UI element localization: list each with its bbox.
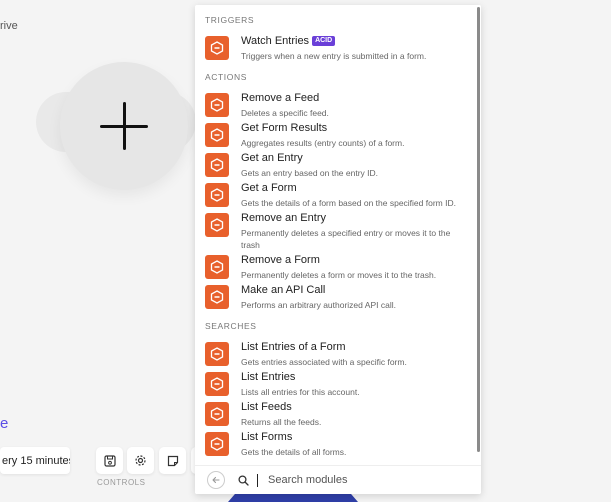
- module-item[interactable]: List Forms Gets the details of all forms.: [195, 428, 476, 458]
- app-logo-icon: [205, 123, 229, 147]
- app-logo-icon: [205, 342, 229, 366]
- module-title: List Entries: [241, 371, 296, 383]
- save-icon: [103, 454, 116, 467]
- note-icon: [167, 455, 178, 466]
- module-description: Triggers when a new entry is submitted i…: [241, 51, 427, 61]
- module-item[interactable]: Remove a Form Permanently deletes a form …: [195, 251, 476, 281]
- section-header-searches: SEARCHES: [205, 321, 257, 331]
- section-header-actions: ACTIONS: [205, 72, 247, 82]
- canvas-partial-label: rive: [0, 20, 18, 32]
- module-description: Performs an arbitrary authorized API cal…: [241, 300, 396, 310]
- notes-button[interactable]: [159, 447, 186, 474]
- app-logo-icon: [205, 93, 229, 117]
- module-item[interactable]: Remove an Entry Permanently deletes a spe…: [195, 209, 476, 251]
- schedule-text: ery 15 minutes.: [2, 454, 70, 467]
- search-icon: [238, 474, 249, 486]
- module-description: Gets an entry based on the entry ID.: [241, 168, 379, 178]
- app-logo-icon: [205, 36, 229, 60]
- text-cursor: [257, 473, 258, 487]
- gear-icon: [135, 455, 146, 466]
- module-description: Gets the details of all forms.: [241, 447, 347, 457]
- module-description: Gets entries associated with a specific …: [241, 357, 407, 367]
- module-title: List Forms: [241, 431, 293, 443]
- module-item[interactable]: Watch Entries ACID Triggers when a new ent…: [195, 32, 476, 62]
- module-title: Get a Form: [241, 182, 297, 194]
- module-list[interactable]: TRIGGERS Watch Entries ACID Triggers when a…: [195, 5, 476, 465]
- search-bar: [195, 465, 481, 494]
- canvas-partial-link[interactable]: e: [0, 415, 8, 432]
- module-description: Permanently deletes a form or moves it t…: [241, 270, 437, 280]
- module-title: List Entries of a Form: [241, 341, 346, 353]
- controls-label: CONTROLS: [97, 478, 146, 487]
- app-logo-icon: [205, 213, 229, 237]
- module-title: Remove a Feed: [241, 92, 320, 104]
- module-item[interactable]: Get an Entry Gets an entry based on the e…: [195, 149, 476, 179]
- scrollbar-thumb[interactable]: [477, 7, 480, 452]
- module-description: Permanently deletes a specified entry or…: [241, 228, 451, 250]
- module-description: Aggregates results (entry counts) of a f…: [241, 138, 405, 148]
- module-title: Remove a Form: [241, 254, 320, 266]
- module-description: Deletes a specific feed.: [241, 108, 329, 118]
- arrow-left-icon: [212, 476, 220, 484]
- back-button[interactable]: [207, 471, 225, 489]
- app-logo-icon: [205, 372, 229, 396]
- module-item[interactable]: Get a Form Gets the details of a form bas…: [195, 179, 476, 209]
- acid-badge: ACID: [312, 36, 336, 47]
- save-button[interactable]: [96, 447, 123, 474]
- app-logo-icon: [205, 255, 229, 279]
- module-item[interactable]: List Entries Lists all entries for this a…: [195, 368, 476, 398]
- module-title: Get Form Results: [241, 122, 328, 134]
- module-title: Watch Entries: [241, 35, 310, 47]
- app-logo-icon: [205, 153, 229, 177]
- module-description: Gets the details of a form based on the …: [241, 198, 456, 208]
- module-item[interactable]: Remove a Feed Deletes a specific feed.: [195, 89, 476, 119]
- app-logo-icon: [205, 432, 229, 456]
- module-item[interactable]: List Feeds Returns all the feeds.: [195, 398, 476, 428]
- section-header-triggers: TRIGGERS: [205, 15, 255, 25]
- module-title: List Feeds: [241, 401, 292, 413]
- module-title: Make an API Call: [241, 284, 326, 296]
- scrollbar[interactable]: [476, 5, 481, 465]
- module-description: Lists all entries for this account.: [241, 387, 360, 397]
- schedule-summary[interactable]: ery 15 minutes.: [0, 447, 70, 474]
- module-item[interactable]: Get Form Results Aggregates results (entr…: [195, 119, 476, 149]
- module-description: Returns all the feeds.: [241, 417, 322, 427]
- app-logo-icon: [205, 183, 229, 207]
- app-logo-icon: [205, 285, 229, 309]
- app-logo-icon: [205, 402, 229, 426]
- add-module-button[interactable]: [60, 62, 188, 190]
- search-input[interactable]: [268, 474, 448, 486]
- module-title: Remove an Entry: [241, 212, 326, 224]
- module-item[interactable]: List Entries of a Form Gets entries assoc…: [195, 338, 476, 368]
- settings-button[interactable]: [127, 447, 154, 474]
- module-item[interactable]: Make an API Call Performs an arbitrary au…: [195, 281, 476, 311]
- module-picker-panel: TRIGGERS Watch Entries ACID Triggers when a…: [195, 5, 481, 494]
- module-title: Get an Entry: [241, 152, 303, 164]
